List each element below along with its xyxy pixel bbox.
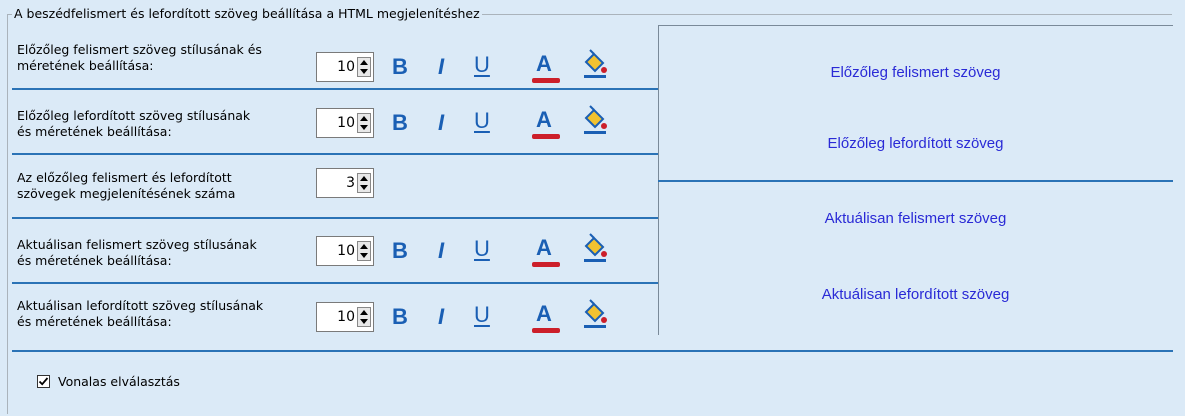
preview-separator (658, 180, 1173, 182)
fill-color-bucket-icon[interactable] (578, 104, 610, 136)
size-spinner[interactable]: 10 (316, 302, 374, 332)
row-label-line2: szövegek megjelenítésének száma (17, 186, 236, 201)
row-label: Előzőleg felismert szöveg stílusának és … (17, 42, 327, 74)
size-spinner[interactable]: 10 (316, 52, 374, 82)
row-label: Előzőleg lefordított szöveg stílusának é… (17, 108, 327, 140)
row-label-line2: méretének beállítása: (17, 58, 154, 73)
row-label-line2: és méretének beállítása: (17, 314, 172, 329)
bold-button[interactable]: B (392, 54, 408, 80)
font-color-bar (532, 78, 560, 83)
spinner-arrows-icon[interactable] (357, 57, 371, 77)
preview-cur-translated: Aktuálisan lefordított szöveg (821, 286, 1010, 303)
font-color-button[interactable]: A (532, 107, 560, 140)
row-separator (12, 153, 658, 155)
font-color-bar (532, 134, 560, 139)
bold-button[interactable]: B (392, 238, 408, 264)
font-color-letter: A (536, 107, 552, 132)
row-separator (12, 217, 658, 219)
size-value: 10 (337, 59, 355, 75)
preview-prev-translated: Előzőleg lefordított szöveg (827, 135, 1004, 152)
spinner-arrows-icon[interactable] (357, 113, 371, 133)
bold-button[interactable]: B (392, 110, 408, 136)
underline-button[interactable]: U (474, 108, 490, 134)
underline-button[interactable]: U (474, 52, 490, 78)
italic-button[interactable]: I (438, 110, 444, 136)
italic-button[interactable]: I (438, 54, 444, 80)
size-value: 10 (337, 309, 355, 325)
row-label: Aktuálisan felismert szöveg stílusának é… (17, 237, 327, 269)
row-separator (12, 282, 658, 284)
font-color-button[interactable]: A (532, 51, 560, 84)
font-color-letter: A (536, 301, 552, 326)
italic-button[interactable]: I (438, 304, 444, 330)
preview-prev-recognized: Előzőleg felismert szöveg (830, 64, 1001, 81)
font-color-letter: A (536, 235, 552, 260)
row-label: Aktuálisan lefordított szöveg stílusának… (17, 298, 327, 330)
row-label-line1: Aktuálisan felismert szöveg stílusának (17, 237, 257, 252)
row-label-line2: és méretének beállítása: (17, 253, 172, 268)
line-separation-label[interactable]: Vonalas elválasztás (58, 374, 180, 390)
row-label-line1: Előzőleg lefordított szöveg stílusának (17, 108, 251, 123)
row-separator (12, 88, 658, 90)
count-value: 3 (346, 175, 355, 191)
preview-cur-recognized: Aktuálisan felismert szöveg (824, 210, 1007, 227)
underline-button[interactable]: U (474, 236, 490, 262)
size-value: 10 (337, 115, 355, 131)
bold-button[interactable]: B (392, 304, 408, 330)
size-value: 10 (337, 243, 355, 259)
underline-button[interactable]: U (474, 302, 490, 328)
row-label-line2: és méretének beállítása: (17, 124, 172, 139)
italic-button[interactable]: I (438, 238, 444, 264)
fill-color-bucket-icon[interactable] (578, 48, 610, 80)
settings-group-title: A beszédfelismert és lefordított szöveg … (12, 6, 482, 22)
spinner-arrows-icon[interactable] (357, 173, 371, 193)
font-color-button[interactable]: A (532, 235, 560, 268)
row-label: Az előzőleg felismert és lefordított szö… (17, 170, 327, 202)
spinner-arrows-icon[interactable] (357, 241, 371, 261)
row-label-line1: Az előzőleg felismert és lefordított (17, 170, 232, 185)
count-spinner[interactable]: 3 (316, 168, 374, 198)
size-spinner[interactable]: 10 (316, 108, 374, 138)
row-label-line1: Aktuálisan lefordított szöveg stílusának (17, 298, 264, 313)
bottom-separator (12, 350, 1173, 352)
font-color-letter: A (536, 51, 552, 76)
font-color-bar (532, 328, 560, 333)
fill-color-bucket-icon[interactable] (578, 232, 610, 264)
spinner-arrows-icon[interactable] (357, 307, 371, 327)
line-separation-checkbox[interactable] (37, 375, 50, 388)
font-color-bar (532, 262, 560, 267)
size-spinner[interactable]: 10 (316, 236, 374, 266)
row-label-line1: Előzőleg felismert szöveg stílusának és (17, 42, 262, 57)
checkmark-icon (38, 377, 49, 386)
font-color-button[interactable]: A (532, 301, 560, 334)
fill-color-bucket-icon[interactable] (578, 298, 610, 330)
